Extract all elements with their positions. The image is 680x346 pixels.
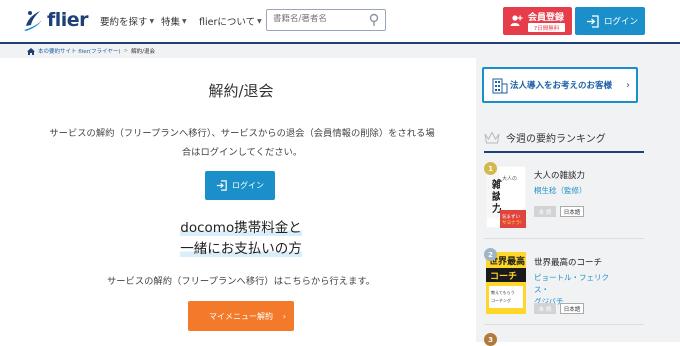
ranking-divider (484, 324, 644, 325)
docomo-heading: docomo携帯料金と 一緒にお支払いの方 (0, 218, 482, 260)
breadcrumb-separator: > (123, 48, 129, 54)
breadcrumb-home-link[interactable]: 本の要約サイト flier(フライヤー) (38, 47, 121, 55)
book-cover-2[interactable]: 世界最高 コーチ 教えてもらう コーチング (486, 252, 526, 314)
unread-tag: 未 読 (534, 206, 556, 217)
nav-find-summary[interactable]: 要約を探す ▼ (100, 14, 154, 28)
svg-text:大人の: 大人の (502, 175, 517, 182)
svg-text:気まずい: 気まずい (502, 213, 520, 220)
cancel-description-line: サービスの解約（フリープランへ移行）、サービスからの退会（会員情報の削除）をされ… (49, 128, 435, 139)
login-button-label: ログイン (232, 181, 264, 190)
home-icon[interactable] (27, 47, 35, 55)
rank-badge-1: 1 (484, 162, 497, 175)
nav-label: 特集 (161, 17, 181, 28)
book-author-1[interactable]: 桐生稔（監修） (534, 185, 614, 197)
corporate-inquiry-label: 法人導入をお考えのお客様 (510, 81, 613, 91)
ranking-divider (484, 238, 644, 239)
search-input[interactable] (273, 14, 363, 24)
nav-label: flierについて (199, 17, 256, 28)
docomo-description: サービスの解約（フリープランへ移行）はこちらから行えます。 (106, 276, 376, 287)
chevron-right-icon: › (282, 311, 286, 321)
svg-text:サヨナラ!: サヨナラ! (502, 220, 522, 226)
login-button[interactable]: ログイン (205, 171, 275, 200)
flier-logo[interactable]: flier (22, 8, 89, 32)
add-user-icon (510, 15, 523, 26)
caret-down-icon: ▼ (182, 17, 187, 25)
register-label: 会員登録 (528, 13, 565, 23)
book-author-line: ピョートル・フェリクス・ (534, 273, 609, 294)
book-cover-image: 世界最高 コーチ 教えてもらう コーチング (486, 252, 526, 314)
cancel-description: サービスの解約（フリープランへ移行）、サービスからの退会（会員情報の削除）をされ… (16, 124, 468, 162)
logo-text: flier (47, 9, 89, 31)
unread-tag: 未 読 (534, 303, 556, 314)
language-tag: 日本語 (560, 303, 584, 314)
search-icon[interactable] (367, 13, 381, 27)
breadcrumb: 本の要約サイト flier(フライヤー) > 解約/退会 (0, 44, 680, 58)
register-button[interactable]: 会員登録 7日間無料 (503, 7, 572, 35)
book-cover-1[interactable]: 雑 談 力 大人の 気まずい サヨナラ! (485, 165, 527, 229)
logo-mark-icon (24, 11, 42, 31)
sidebar: 法人導入をお考えのお客様 › 今週の要約ランキング 雑 談 力 大人の 気まずい… (476, 58, 680, 346)
nav-features[interactable]: 特集 ▼ (161, 14, 187, 28)
book-title-1[interactable]: 大人の雑談力 (534, 169, 585, 181)
header-login-label: ログイン (604, 17, 639, 27)
search-box (266, 9, 386, 31)
my-menu-cancel-button[interactable]: マイメニュー解約 › (188, 301, 294, 331)
caret-down-icon: ▼ (149, 17, 155, 25)
crown-icon (484, 131, 500, 144)
ranking-header: 今週の要約ランキング (484, 130, 606, 145)
my-menu-cancel-label: マイメニュー解約 (209, 311, 273, 321)
caret-down-icon: ▼ (257, 17, 262, 25)
header-login-button[interactable]: ログイン (575, 7, 645, 35)
corporate-inquiry-button[interactable]: 法人導入をお考えのお客様 › (482, 67, 638, 103)
ranking-underline (484, 151, 644, 153)
login-icon (587, 15, 599, 28)
svg-text:教えてもらう: 教えてもらう (491, 289, 515, 295)
docomo-heading-line: 一緒にお支払いの方 (180, 241, 302, 257)
free-trial-badge: 7日間無料 (528, 23, 565, 32)
svg-text:コーチング: コーチング (491, 297, 511, 303)
nav-label: 要約を探す (100, 17, 148, 28)
breadcrumb-current: 解約/退会 (131, 49, 155, 55)
language-tag: 日本語 (560, 206, 584, 217)
building-icon (492, 78, 508, 94)
login-icon (216, 180, 227, 191)
docomo-heading-line: docomo携帯料金と (180, 220, 302, 236)
rank-badge-3: 3 (484, 333, 497, 346)
ranking-title: 今週の要約ランキング (506, 134, 606, 145)
book-title-2[interactable]: 世界最高のコーチ (534, 256, 602, 268)
rank-badge-2: 2 (484, 248, 497, 261)
nav-about[interactable]: flierについて ▼ (199, 14, 262, 28)
site-header: flier 要約を探す ▼ 特集 ▼ flierについて ▼ 会員登録 7日間無… (0, 0, 680, 42)
page-title: 解約/退会 (208, 82, 274, 100)
chevron-right-icon: › (626, 79, 630, 91)
cancel-description-line: 合はログインしてください。 (181, 147, 303, 158)
svg-text:コーチ: コーチ (490, 271, 517, 282)
book-cover-image: 雑 談 力 大人の 気まずい サヨナラ! (485, 165, 527, 229)
